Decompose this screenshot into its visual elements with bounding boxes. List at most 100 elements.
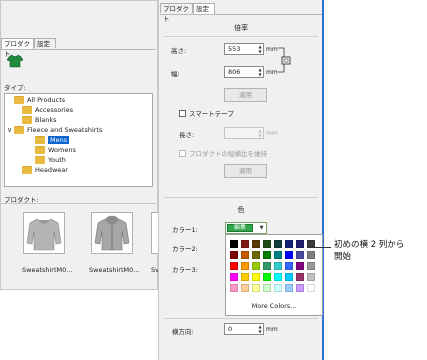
color-swatch-cell[interactable] xyxy=(252,273,260,281)
scale-apply-button[interactable]: 適用 xyxy=(224,88,267,102)
divider xyxy=(164,36,318,37)
height-stepper[interactable]: ▲ ▼ xyxy=(257,43,264,55)
color-swatch-cell[interactable] xyxy=(241,251,249,259)
color-swatch-cell[interactable] xyxy=(307,273,315,281)
color-swatch-cell[interactable] xyxy=(296,284,304,292)
folder-icon xyxy=(14,96,24,104)
color-swatch-cell[interactable] xyxy=(241,240,249,248)
color-swatch-cell[interactable] xyxy=(230,251,238,259)
color-swatch-cell[interactable] xyxy=(296,240,304,248)
divider xyxy=(164,318,318,319)
color1-label: カラー1: xyxy=(172,226,198,234)
color-swatch-cell[interactable] xyxy=(263,273,271,281)
folder-icon xyxy=(35,146,45,154)
color-swatch-cell[interactable] xyxy=(307,240,315,248)
color-swatch-cell[interactable] xyxy=(274,251,282,259)
tree-item-accessories[interactable]: Accessories xyxy=(15,105,73,115)
chevron-down-icon[interactable]: ∨ xyxy=(7,125,14,135)
color-swatch-cell[interactable] xyxy=(285,273,293,281)
product-label: SweatshirtM0... xyxy=(22,266,73,274)
color-swatch-cell[interactable] xyxy=(230,240,238,248)
aspect-lock-icon[interactable] xyxy=(278,47,294,75)
color-swatch-cell[interactable] xyxy=(230,284,238,292)
chevron-down-icon[interactable]: ▼ xyxy=(257,224,266,232)
color-swatch-cell[interactable] xyxy=(263,251,271,259)
scale-section-title: 倍率 xyxy=(234,24,248,32)
product-type-tree[interactable]: All Products Accessories Blanks ∨ Fleece … xyxy=(4,93,153,187)
folder-icon xyxy=(22,116,32,124)
hoodie-icon xyxy=(94,215,130,251)
keep-aspect-checkbox[interactable] xyxy=(179,150,186,157)
color-swatch-cell[interactable] xyxy=(285,251,293,259)
tab-products[interactable]: プロダクト xyxy=(160,3,193,23)
color-swatch-cell[interactable] xyxy=(285,262,293,270)
smart-tape-label: スマートテープ xyxy=(189,110,234,118)
orientation-stepper[interactable]: ▲ ▼ xyxy=(257,323,264,335)
left-tab-bar: プロダクト 設定 xyxy=(0,38,156,58)
color-swatch-cell[interactable] xyxy=(274,262,282,270)
color-swatch-cell[interactable] xyxy=(274,273,282,281)
tree-item-headwear[interactable]: Headwear xyxy=(15,165,68,175)
width-label: 幅: xyxy=(171,70,180,78)
divider xyxy=(164,197,318,198)
color-swatch-cell[interactable] xyxy=(241,273,249,281)
callout-line-2: 開始 xyxy=(334,252,352,262)
folder-icon xyxy=(22,106,32,114)
color-section-title: 色 xyxy=(237,206,245,214)
color-swatch-cell[interactable] xyxy=(230,262,238,270)
color-swatch-cell[interactable] xyxy=(307,262,315,270)
tree-item-womens[interactable]: Womens xyxy=(35,145,76,155)
color-swatch-cell[interactable] xyxy=(285,240,293,248)
color-swatch-cell[interactable] xyxy=(307,284,315,292)
color3-label: カラー3: xyxy=(172,266,198,274)
folder-icon xyxy=(14,126,24,134)
tree-item-all-products[interactable]: All Products xyxy=(7,95,65,105)
color1-swatch[interactable]: 編集 xyxy=(227,224,253,232)
color-swatch-cell[interactable] xyxy=(274,240,282,248)
color-swatch-cell[interactable] xyxy=(285,284,293,292)
color-swatch-cell[interactable] xyxy=(252,251,260,259)
type-label: タイプ: xyxy=(4,84,26,92)
color-swatch-cell[interactable] xyxy=(241,284,249,292)
orientation-unit: mm xyxy=(266,326,278,333)
color-swatch-cell[interactable] xyxy=(252,284,260,292)
height-label: 高さ: xyxy=(171,47,187,55)
width-stepper[interactable]: ▲ ▼ xyxy=(257,66,264,78)
length-stepper[interactable]: ▲ ▼ xyxy=(257,127,264,139)
callout-annotation: 初めの横 2 列から 開始 xyxy=(334,239,404,263)
smart-tape-apply-button[interactable]: 適用 xyxy=(224,164,267,178)
callout-leader-line xyxy=(315,247,331,248)
product-thumbnail[interactable] xyxy=(91,212,133,254)
folder-icon xyxy=(35,136,45,144)
color-swatch-cell[interactable] xyxy=(307,251,315,259)
orientation-label: 横方向: xyxy=(172,328,194,336)
color-swatch-cell[interactable] xyxy=(296,273,304,281)
tree-item-youth[interactable]: Youth xyxy=(35,155,66,165)
color-swatch-cell[interactable] xyxy=(274,284,282,292)
tshirt-icon[interactable] xyxy=(6,54,24,68)
color-swatch-cell[interactable] xyxy=(263,284,271,292)
color-swatch-cell[interactable] xyxy=(296,262,304,270)
color-swatch-cell[interactable] xyxy=(263,262,271,270)
keep-aspect-label: プロダクトの縦横比を維持 xyxy=(189,150,267,158)
tree-item-blanks[interactable]: Blanks xyxy=(15,115,57,125)
color-swatch-cell[interactable] xyxy=(230,273,238,281)
callout-line-1: 初めの横 2 列から xyxy=(334,240,405,250)
width-unit: mm xyxy=(266,69,278,76)
length-label: 長さ: xyxy=(179,131,195,139)
color-swatch-cell[interactable] xyxy=(241,262,249,270)
sweatshirt-icon xyxy=(26,218,62,251)
color-swatch-cell[interactable] xyxy=(252,240,260,248)
tab-products[interactable]: プロダクト xyxy=(1,38,34,58)
tree-item-mens[interactable]: Mens xyxy=(35,135,70,145)
color-swatch-cell[interactable] xyxy=(296,251,304,259)
smart-tape-checkbox[interactable] xyxy=(179,110,186,117)
tab-settings[interactable]: 設定 xyxy=(193,3,215,14)
color-swatch-cell[interactable] xyxy=(252,262,260,270)
tree-item-fleece-and-sweatshirts[interactable]: ∨ Fleece and Sweatshirts xyxy=(7,125,102,135)
tab-settings[interactable]: 設定 xyxy=(34,38,56,48)
folder-icon xyxy=(22,166,32,174)
more-colors-button[interactable]: More Colors... xyxy=(225,300,323,312)
product-thumbnail[interactable] xyxy=(23,212,65,254)
color-swatch-cell[interactable] xyxy=(263,240,271,248)
